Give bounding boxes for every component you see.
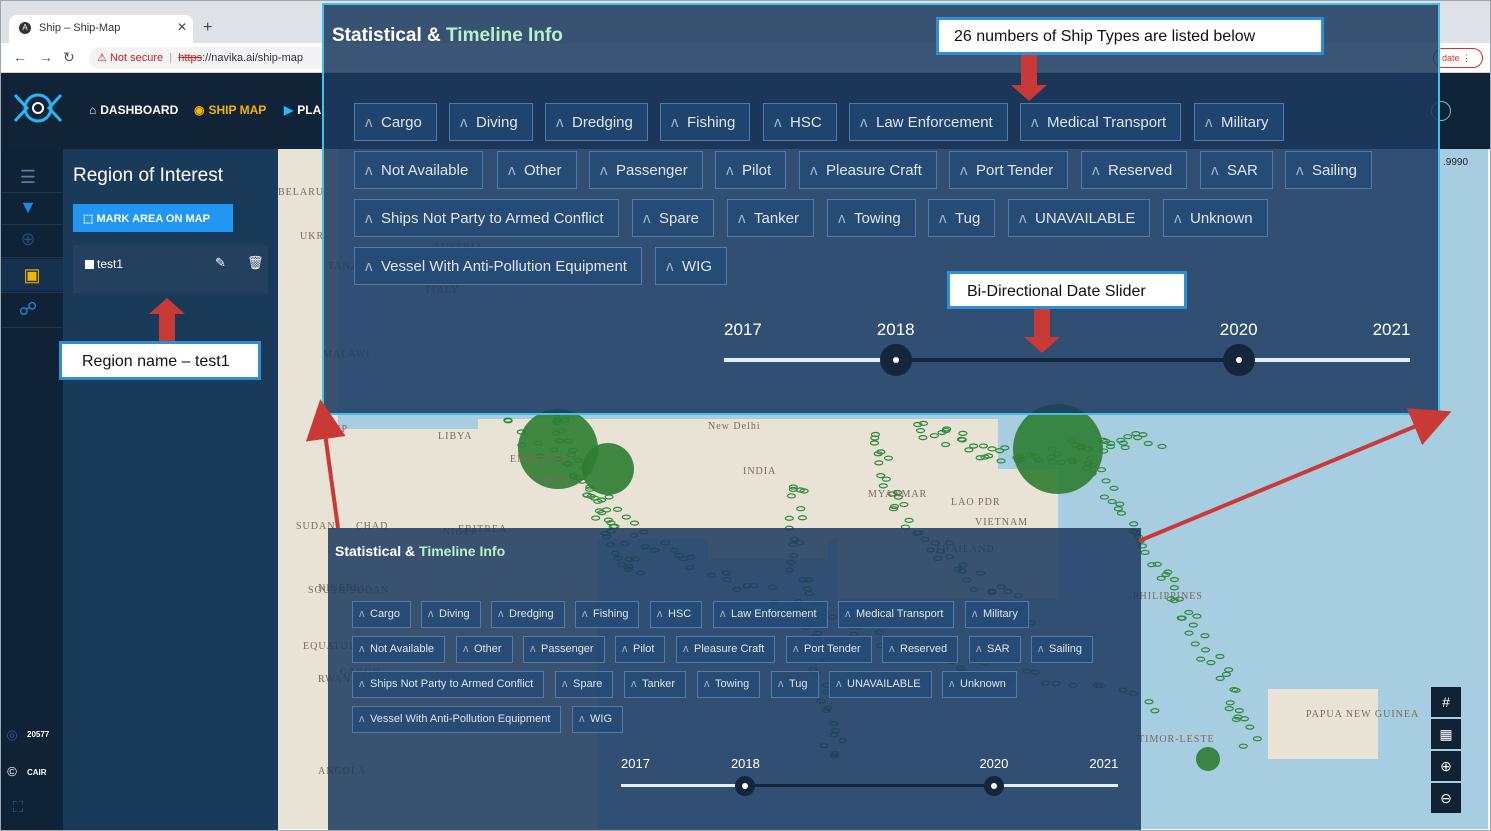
callout-arrow-ship-types xyxy=(1011,55,1047,101)
screenshot-root: A Ship – Ship-Map ✕ + ← → ↻ ⚠ Not secure… xyxy=(0,0,1491,831)
zoom-arrow-right xyxy=(1138,408,1452,543)
zoom-arrow-left xyxy=(305,399,346,529)
callout-region-name: Region name – test1 xyxy=(59,341,261,380)
callout-arrow-region-name xyxy=(149,298,185,342)
annotation-arrows xyxy=(149,55,1452,543)
callout-date-slider: Bi-Directional Date Slider xyxy=(947,271,1187,309)
callout-arrow-date-slider xyxy=(1024,307,1060,353)
callout-ship-types: 26 numbers of Ship Types are listed belo… xyxy=(936,17,1324,55)
